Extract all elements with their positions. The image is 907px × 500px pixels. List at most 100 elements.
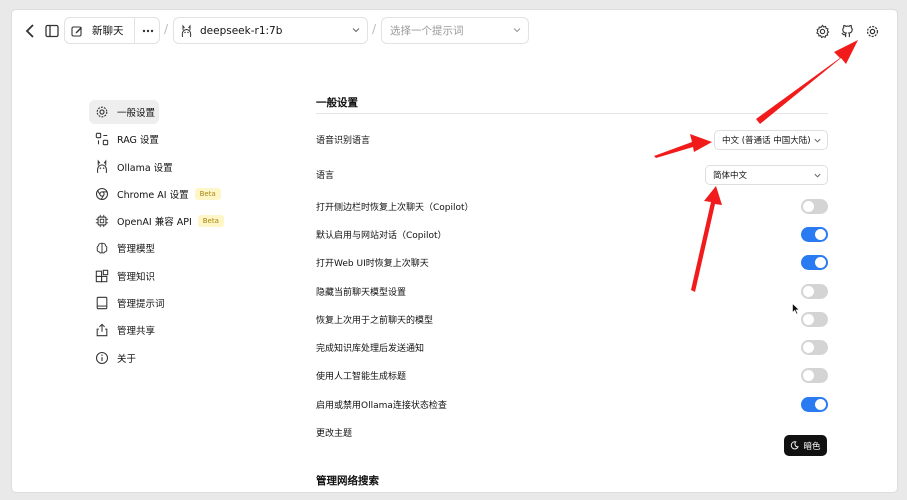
nav-item-label: 管理模型 [117,244,156,256]
beta-badge: Beta [197,215,224,228]
chat-with-website-toggle[interactable] [801,226,828,242]
restore-webui-chat-toggle[interactable] [801,255,828,271]
language-select[interactable]: 简体中文 [705,165,828,185]
toggle-row-restore-last-model: 恢复上次用于之前聊天的模型 [316,305,828,333]
toggle-label: 启用或禁用Ollama连接状态检查 [316,400,447,411]
theme-label: 更改主题 [316,429,353,440]
nav-item-manage-prompts[interactable]: 管理提示词 [89,291,179,315]
language-row: 语言 简体中文 [316,157,828,192]
breadcrumb-separator: / [372,22,377,36]
nav-item-general[interactable]: 一般设置 [89,100,159,124]
toggle-label: 隐藏当前聊天模型设置 [316,287,407,298]
chevron-down-icon [814,173,821,178]
nav-item-label: OpenAI 兼容 API [117,217,192,229]
rag-icon [94,131,110,147]
speech-language-label: 语音识别语言 [316,136,371,146]
toggle-label: 使用人工智能生成标题 [316,372,407,383]
nav-item-label: 管理共享 [117,326,156,338]
nav-item-label: 关于 [117,353,137,365]
toggle-row-ollama-status: 启用或禁用Ollama连接状态检查 [316,390,828,418]
cpu-chip-icon [94,213,110,229]
top-bar: 新聊天 / deepseek-r1:7b / 选择一个提示词 [12,10,897,52]
hide-model-settings-toggle[interactable] [801,283,828,299]
nav-item-manage-knowledge[interactable]: 管理知识 [89,264,169,288]
language-value: 简体中文 [713,171,748,181]
edit-icon [71,25,82,37]
nav-item-manage-sharing[interactable]: 管理共享 [89,318,169,342]
toggle-row-restore-sidebar-chat: 打开侧边栏时恢复上次聊天（Copilot） [316,192,828,220]
sidebar-toggle-button[interactable] [42,21,62,41]
prompt-select-placeholder: 选择一个提示词 [390,25,464,37]
toggle-row-chat-with-website: 默认启用与网站对话（Copilot） [316,220,828,248]
prompt-select[interactable]: 选择一个提示词 [381,17,529,44]
settings-gear-icon [94,104,110,120]
moon-icon [791,441,800,450]
github-icon [840,24,853,37]
dark-theme-label: 暗色 [803,441,821,452]
speech-language-select[interactable]: 中文 (普通话 中国大陆) [714,130,828,150]
blocks-icon [94,268,110,284]
chevron-down-icon [814,138,821,143]
dark-theme-button[interactable]: 暗色 [784,435,827,456]
mouse-cursor-icon [792,303,800,315]
restore-sidebar-chat-toggle[interactable] [801,198,828,214]
toggle-label: 默认启用与网站对话（Copilot） [316,230,447,241]
new-chat-label: 新聊天 [92,25,124,37]
chrome-icon [94,186,110,202]
chevron-left-icon [25,24,34,38]
knowledge-notification-toggle[interactable] [801,340,828,356]
nav-item-rag[interactable]: RAG 设置 [89,127,169,151]
app-window: 新聊天 / deepseek-r1:7b / 选择一个提示词 一般设置 RAG … [12,10,897,492]
model-settings-button[interactable] [812,21,832,41]
toggle-row-restore-webui-chat: 打开Web UI时恢复上次聊天 [316,249,828,277]
toggle-label: 恢复上次用于之前聊天的模型 [316,315,434,326]
nav-item-label: 管理知识 [117,271,156,283]
restore-last-model-toggle[interactable] [801,311,828,327]
ollama-icon [181,24,192,37]
ollama-status-toggle[interactable] [801,396,828,412]
toggle-row-ai-title: 使用人工智能生成标题 [316,362,828,390]
settings-button[interactable] [862,21,882,41]
section-title-general: 一般设置 [316,92,828,114]
speech-language-value: 中文 (普通话 中国大陆) [722,136,811,146]
toggle-row-hide-model-settings: 隐藏当前聊天模型设置 [316,277,828,305]
beta-badge: Beta [194,187,221,200]
ai-title-toggle[interactable] [801,368,828,384]
toggle-label: 打开侧边栏时恢复上次聊天（Copilot） [316,202,474,213]
model-select-value: deepseek-r1:7b [200,24,283,37]
toggle-row-knowledge-notification: 完成知识库处理后发送通知 [316,333,828,361]
nav-item-manage-models[interactable]: 管理模型 [89,236,169,260]
chevron-down-icon [513,28,521,33]
nav-item-label: Chrome AI 设置 [117,189,189,201]
settings-nav: 一般设置 RAG 设置 Ollama 设置 Chrome AI 设置 Beta [89,100,239,373]
nav-item-label: 一般设置 [117,108,156,119]
info-icon [94,350,110,366]
nav-item-ollama[interactable]: Ollama 设置 [89,155,179,179]
sidebar-icon [45,24,59,38]
nav-item-label: RAG 设置 [117,135,159,147]
speech-language-row: 语音识别语言 中文 (普通话 中国大陆) [316,122,828,157]
more-dots-icon [142,29,153,32]
nav-item-label: 管理提示词 [117,299,165,311]
ollama-icon [94,159,110,175]
brain-icon [94,240,110,256]
breadcrumb-separator: / [164,22,169,36]
share-icon [94,322,110,338]
settings-cog-icon [815,24,829,38]
nav-item-label: Ollama 设置 [117,162,173,174]
nav-item-about[interactable]: 关于 [89,346,149,370]
back-button[interactable] [20,21,40,41]
chevron-down-icon [352,28,360,33]
language-label: 语言 [316,171,335,181]
settings-gear-icon [866,25,878,37]
more-options-button[interactable] [134,17,160,44]
toggle-label: 打开Web UI时恢复上次聊天 [316,259,429,270]
general-settings-panel: 一般设置 语音识别语言 中文 (普通话 中国大陆) 语言 简体中文 打开侧边栏时… [316,92,828,447]
toggle-label: 完成知识库处理后发送通知 [316,344,425,355]
nav-item-chrome-ai[interactable]: Chrome AI 设置 Beta [89,182,229,206]
book-icon [94,295,110,311]
model-select[interactable]: deepseek-r1:7b [173,17,368,44]
theme-row: 更改主题 [316,418,828,446]
github-button[interactable] [837,21,857,41]
nav-item-openai-api[interactable]: OpenAI 兼容 API Beta [89,209,229,233]
